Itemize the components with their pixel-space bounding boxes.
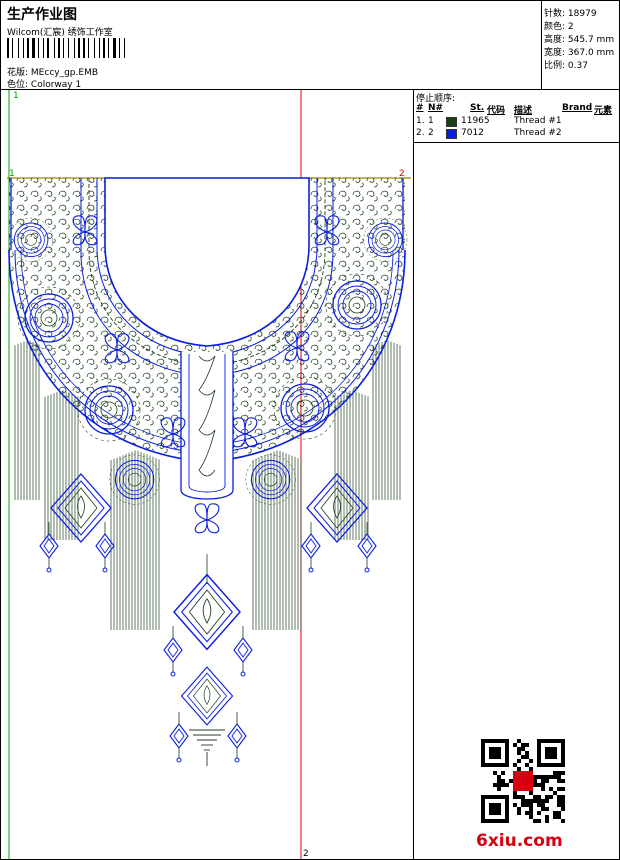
col-desc: 描述 xyxy=(514,106,533,116)
marker-mid-left: 1 xyxy=(9,169,15,179)
watermark-logo: 6xiu.com xyxy=(476,831,563,851)
qr-code-icon xyxy=(481,739,565,823)
col-st: St. xyxy=(470,103,485,113)
col-needle: N# xyxy=(428,103,444,113)
table-row: 1. 1 11965 Thread #1 xyxy=(416,116,562,127)
sheet-header: 生产作业图 Wilcom(汇宸) 绣饰工作室 花版: MEccy_gp.EMB … xyxy=(1,1,542,90)
thread-swatch xyxy=(446,117,457,127)
embroidery-design: 1 1 2 2 xyxy=(7,90,411,859)
colorway-label: 色位: xyxy=(7,80,29,90)
production-sheet: 生产作业图 Wilcom(汇宸) 绣饰工作室 花版: MEccy_gp.EMB … xyxy=(0,0,620,860)
stat-height: 高度: 545.7 mm xyxy=(544,35,615,45)
stop-sequence-table: 停止顺序: # N# St. 代码 描述 Brand 元素 1. 1 11965… xyxy=(414,90,619,143)
table-row: 2. 2 7012 Thread #2 xyxy=(416,128,562,139)
bottom-tassel xyxy=(189,729,225,766)
studio-name: Wilcom(汇宸) 绣饰工作室 xyxy=(7,28,113,38)
col-element: 元素 xyxy=(594,106,613,116)
col-index: # xyxy=(416,103,424,113)
barcode xyxy=(7,38,152,58)
thread-swatch xyxy=(446,129,457,139)
marker-mid-right: 2 xyxy=(399,169,405,179)
design-stats: 针数: 18979 颜色: 2 高度: 545.7 mm 宽度: 367.0 m… xyxy=(541,1,619,90)
marker-top-left: 1 xyxy=(13,91,19,101)
stat-stitches: 针数: 18979 xyxy=(544,9,597,19)
col-brand: Brand xyxy=(562,103,593,113)
stat-scale: 比例: 0.37 xyxy=(544,61,588,71)
stat-width: 宽度: 367.0 mm xyxy=(544,48,615,58)
sheet-title: 生产作业图 xyxy=(7,7,77,23)
marker-bottom: 2 xyxy=(303,849,309,859)
stat-colors: 颜色: 2 xyxy=(544,22,574,32)
design-preview-canvas[interactable]: 1 1 2 2 xyxy=(1,90,414,859)
colorway: 色位: Colorway 1 xyxy=(7,77,81,90)
col-code: 代码 xyxy=(487,106,506,116)
colorway-value: Colorway 1 xyxy=(30,80,82,90)
